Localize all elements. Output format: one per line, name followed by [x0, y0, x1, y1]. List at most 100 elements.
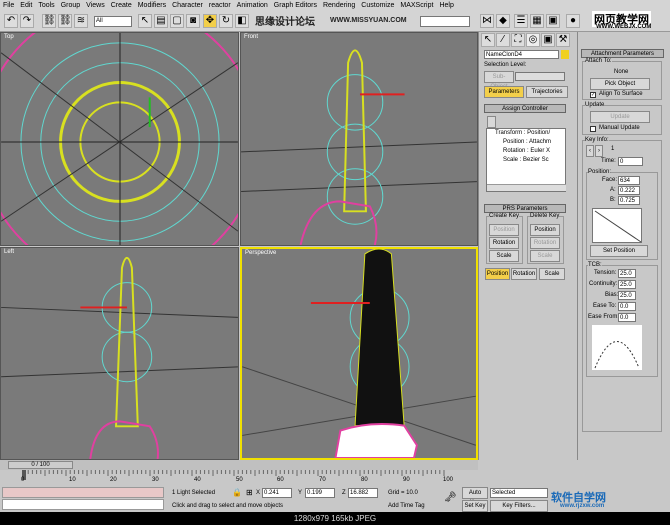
- align-to-surface-checkbox[interactable]: ✓: [590, 92, 596, 98]
- hierarchy-tab-icon[interactable]: ⛶: [511, 33, 525, 47]
- tree-scrollbar[interactable]: [487, 184, 566, 191]
- menu-graph-editors[interactable]: Graph Editors: [274, 2, 317, 9]
- viewport-label[interactable]: Top: [4, 34, 14, 40]
- layer-manager-icon[interactable]: ☰: [514, 14, 528, 28]
- tree-item[interactable]: Scale : Bezier Sc: [503, 157, 549, 163]
- viewport-perspective[interactable]: Perspective: [240, 247, 478, 460]
- menu-rendering[interactable]: Rendering: [323, 2, 355, 9]
- mode-position-button[interactable]: Position: [485, 268, 510, 280]
- track-bar[interactable]: 0 10 20 30 40 50 60 70 80 90 100: [0, 470, 478, 485]
- next-key-button[interactable]: ›: [595, 145, 603, 157]
- rotate-icon[interactable]: ↻: [219, 14, 233, 28]
- assign-controller-rollout[interactable]: Assign Controller: [484, 104, 566, 113]
- motion-tab-icon[interactable]: ◎: [526, 33, 540, 47]
- viewport-label[interactable]: Front: [244, 34, 258, 40]
- region-select-icon[interactable]: ▢: [170, 14, 184, 28]
- lock-icon[interactable]: 🔒: [232, 488, 242, 497]
- tree-item[interactable]: Rotation : Euler X: [503, 148, 550, 154]
- mirror-icon[interactable]: ⋈: [480, 14, 494, 28]
- maxscript-listener-pink[interactable]: [2, 487, 164, 498]
- continuity-spinner[interactable]: 25.0: [618, 280, 636, 289]
- controller-tree[interactable]: Transform : Position/ Position : Attachm…: [486, 128, 566, 192]
- tree-item[interactable]: Position : Attachm: [503, 139, 551, 145]
- z-coordinate[interactable]: 16.882: [348, 488, 378, 498]
- a-spinner[interactable]: 0.222: [618, 186, 640, 195]
- add-time-tag[interactable]: Add Time Tag: [388, 503, 425, 509]
- menu-character[interactable]: Character: [172, 2, 203, 9]
- delete-scale-button[interactable]: Scale: [530, 250, 560, 262]
- key-filters-button[interactable]: Key Filters...: [490, 500, 548, 512]
- create-position-button[interactable]: Position: [489, 224, 519, 236]
- mode-rotation-button[interactable]: Rotation: [511, 268, 537, 280]
- set-key-button[interactable]: Set Key: [462, 500, 488, 512]
- time-slider[interactable]: 0 / 100: [0, 460, 478, 470]
- y-coordinate[interactable]: 0.199: [305, 488, 335, 498]
- attachment-parameters-rollout[interactable]: Attachment Parameters: [581, 49, 664, 58]
- tab-trajectories[interactable]: Trajectories: [526, 86, 568, 98]
- viewport-front[interactable]: Front: [240, 32, 478, 246]
- bias-spinner[interactable]: 25.0: [618, 291, 636, 300]
- manual-update-checkbox[interactable]: [590, 126, 596, 132]
- named-selection-set[interactable]: [420, 16, 470, 27]
- set-position-button[interactable]: Set Position: [590, 245, 648, 257]
- menu-create[interactable]: Create: [111, 2, 132, 9]
- auto-key-button[interactable]: Auto Key: [462, 487, 488, 506]
- select-by-name-icon[interactable]: ▤: [154, 14, 168, 28]
- object-name-field[interactable]: NameClonD4: [484, 50, 559, 59]
- menu-file[interactable]: File: [3, 2, 14, 9]
- ease-from-spinner[interactable]: 0.0: [618, 313, 636, 322]
- create-rotation-button[interactable]: Rotation: [489, 237, 519, 249]
- window-crossing-icon[interactable]: ◙: [186, 14, 200, 28]
- menu-edit[interactable]: Edit: [20, 2, 32, 9]
- time-spinner[interactable]: 0: [618, 157, 643, 166]
- modify-tab-icon[interactable]: ⁄: [496, 33, 510, 47]
- sub-object-select[interactable]: [515, 72, 565, 81]
- tension-spinner[interactable]: 25.0: [618, 269, 636, 278]
- align-icon[interactable]: ◆: [496, 14, 510, 28]
- curve-editor-icon[interactable]: ▦: [530, 14, 544, 28]
- prev-key-button[interactable]: ‹: [586, 145, 594, 157]
- b-spinner[interactable]: 0.725: [618, 196, 640, 205]
- display-tab-icon[interactable]: ▣: [541, 33, 555, 47]
- menu-help[interactable]: Help: [439, 2, 453, 9]
- viewport-left[interactable]: Left: [0, 247, 239, 460]
- menu-customize[interactable]: Customize: [361, 2, 394, 9]
- key-mode-select[interactable]: Selected: [490, 488, 548, 498]
- create-tab-icon[interactable]: ↖: [481, 33, 495, 47]
- move-icon[interactable]: ✥: [203, 14, 217, 28]
- bind-space-warp-icon[interactable]: ≋: [74, 14, 88, 28]
- unlink-icon[interactable]: ⛓: [58, 14, 72, 28]
- pick-object-button[interactable]: Pick Object: [590, 78, 650, 90]
- selection-filter-select[interactable]: All: [94, 16, 132, 27]
- select-icon[interactable]: ↖: [138, 14, 152, 28]
- menu-reactor[interactable]: reactor: [209, 2, 231, 9]
- schematic-view-icon[interactable]: ▣: [546, 14, 560, 28]
- object-color-swatch[interactable]: [561, 50, 569, 59]
- viewport-label[interactable]: Perspective: [245, 250, 276, 256]
- face-spinner[interactable]: 634: [618, 176, 640, 185]
- x-coordinate[interactable]: 0.241: [262, 488, 292, 498]
- face-position-graph[interactable]: [592, 208, 642, 243]
- sub-object-button[interactable]: Sub-Object: [484, 71, 514, 90]
- menu-animation[interactable]: Animation: [237, 2, 268, 9]
- update-button[interactable]: Update: [590, 111, 650, 123]
- assign-controller-button[interactable]: [487, 116, 496, 128]
- prs-parameters-rollout[interactable]: PRS Parameters: [484, 204, 566, 213]
- mode-scale-button[interactable]: Scale: [539, 268, 565, 280]
- menu-maxscript[interactable]: MAXScript: [400, 2, 433, 9]
- undo-icon[interactable]: ↶: [4, 14, 18, 28]
- absolute-mode-icon[interactable]: ⊞: [246, 488, 253, 497]
- ease-to-spinner[interactable]: 0.0: [618, 302, 636, 311]
- utilities-tab-icon[interactable]: ⚒: [556, 33, 570, 47]
- menu-modifiers[interactable]: Modifiers: [138, 2, 166, 9]
- key-icon[interactable]: 🗝: [444, 492, 457, 503]
- link-icon[interactable]: ⛓: [42, 14, 56, 28]
- delete-position-button[interactable]: Position: [530, 224, 560, 236]
- viewport-label[interactable]: Left: [4, 249, 14, 255]
- create-scale-button[interactable]: Scale: [489, 250, 519, 262]
- menu-group[interactable]: Group: [61, 2, 80, 9]
- maxscript-listener-white[interactable]: [2, 499, 164, 510]
- redo-icon[interactable]: ↷: [20, 14, 34, 28]
- tree-item[interactable]: Transform : Position/: [495, 130, 550, 136]
- menu-views[interactable]: Views: [86, 2, 105, 9]
